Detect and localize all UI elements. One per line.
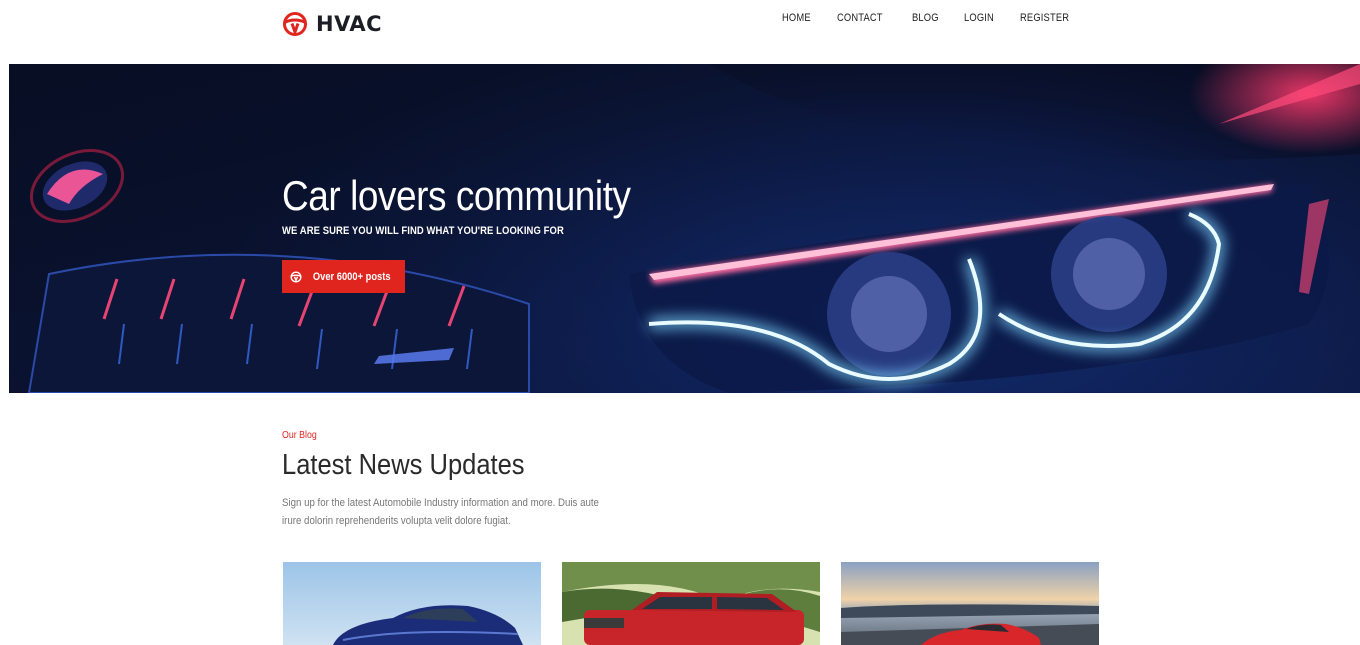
- blog-card[interactable]: [283, 562, 541, 645]
- site-header: HVAC HOME CONTACT BLOG LOGIN REGISTER: [0, 0, 1360, 64]
- nav-contact[interactable]: CONTACT: [837, 12, 883, 24]
- blog-card[interactable]: [841, 562, 1099, 645]
- section-title: Latest News Updates: [282, 449, 525, 481]
- posts-button[interactable]: Over 6000+ posts: [282, 260, 405, 293]
- red-sports-car-image: [841, 562, 1099, 645]
- main-nav: HOME CONTACT BLOG LOGIN REGISTER: [782, 12, 1078, 24]
- logo[interactable]: HVAC: [282, 11, 382, 37]
- posts-button-label: Over 6000+ posts: [312, 270, 391, 283]
- nav-register[interactable]: REGISTER: [1020, 12, 1069, 24]
- blog-card[interactable]: [562, 562, 820, 645]
- hero-banner: Car lovers community WE ARE SURE YOU WIL…: [9, 64, 1360, 393]
- nav-login[interactable]: LOGIN: [964, 12, 994, 24]
- steering-wheel-icon: [283, 12, 307, 36]
- hero-subtitle: WE ARE SURE YOU WILL FIND WHAT YOU'RE LO…: [282, 225, 564, 237]
- red-suv-image: [562, 562, 820, 645]
- nav-blog[interactable]: BLOG: [912, 12, 939, 24]
- steering-wheel-icon: [290, 270, 302, 283]
- nav-home[interactable]: HOME: [782, 12, 811, 24]
- logo-text: HVAC: [316, 12, 383, 36]
- section-eyebrow: Our Blog: [282, 430, 317, 441]
- blue-sedan-image: [283, 562, 541, 645]
- section-description: Sign up for the latest Automobile Indust…: [282, 497, 599, 527]
- car-headlight-image: [9, 64, 1360, 393]
- hero-title: Car lovers community: [282, 172, 631, 219]
